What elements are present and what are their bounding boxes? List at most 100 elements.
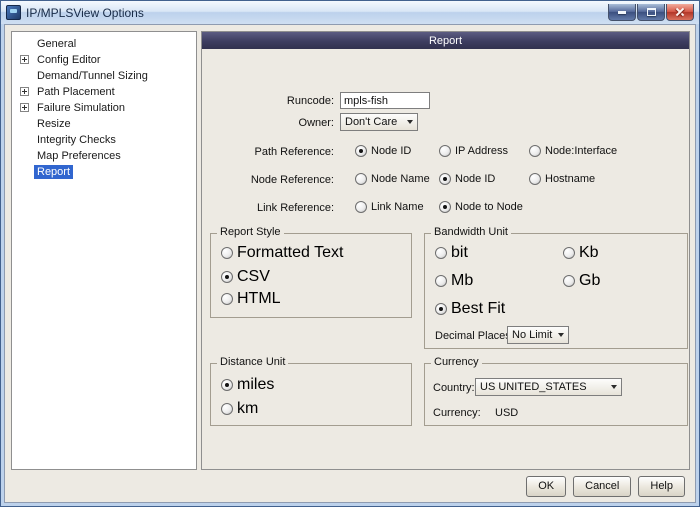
radio-icon <box>221 403 233 415</box>
country-combobox[interactable]: US UNITED_STATES <box>475 378 622 396</box>
link-reference-label: Link Reference: <box>202 202 334 214</box>
radio-node-id[interactable]: Node ID <box>439 172 529 186</box>
runcode-label: Runcode: <box>202 95 334 107</box>
owner-value: Don't Care <box>341 116 403 128</box>
chevron-down-icon <box>403 114 417 130</box>
radio-label: km <box>237 400 258 418</box>
help-button[interactable]: Help <box>638 476 685 497</box>
runcode-input[interactable] <box>340 92 430 109</box>
radio-icon <box>221 293 233 305</box>
chevron-down-icon <box>554 327 568 343</box>
owner-combobox[interactable]: Don't Care <box>340 113 418 131</box>
owner-label: Owner: <box>202 117 334 129</box>
panel-header-title: Report <box>202 32 689 49</box>
radio-best-fit[interactable]: Best Fit <box>435 302 505 316</box>
close-icon <box>675 7 685 17</box>
window-title: IP/MPLSView Options <box>26 6 144 20</box>
radio-label: Node:Interface <box>545 145 617 157</box>
expand-icon[interactable] <box>20 103 29 112</box>
radio-label: Gb <box>579 272 600 290</box>
radio-hostname[interactable]: Hostname <box>529 172 595 186</box>
expand-icon[interactable] <box>20 55 29 64</box>
radio-link-name[interactable]: Link Name <box>355 200 439 214</box>
radio-icon <box>563 275 575 287</box>
tree-item-general[interactable]: General <box>12 36 196 52</box>
close-button[interactable] <box>666 4 694 21</box>
tree-item-failure-simulation[interactable]: Failure Simulation <box>12 100 196 116</box>
decimal-places-label: Decimal Places: <box>435 330 514 342</box>
distance-unit-group-title: Distance Unit <box>217 356 288 368</box>
node-reference-options: Node Name Node ID Hostname <box>355 172 595 186</box>
radio-icon <box>439 201 451 213</box>
titlebar[interactable]: IP/MPLSView Options <box>1 1 699 24</box>
expand-icon[interactable] <box>20 87 29 96</box>
radio-label: Hostname <box>545 173 595 185</box>
tree-item-label: Resize <box>34 117 74 131</box>
link-reference-options: Link Name Node to Node <box>355 200 523 214</box>
radio-label: Node ID <box>371 145 411 157</box>
report-style-group: Report Style Formatted Text CSV HTML <box>210 233 412 318</box>
tree-item-label: Map Preferences <box>34 149 124 163</box>
currency-group: Currency Country: US UNITED_STATES Curre… <box>424 363 688 426</box>
node-reference-label: Node Reference: <box>202 174 334 186</box>
app-icon <box>6 5 21 20</box>
radio-formatted-text[interactable]: Formatted Text <box>221 246 343 260</box>
radio-icon <box>435 275 447 287</box>
radio-gb[interactable]: Gb <box>563 274 600 288</box>
radio-label: CSV <box>237 268 270 286</box>
radio-csv[interactable]: CSV <box>221 270 270 284</box>
tree-item-label: Config Editor <box>34 53 104 67</box>
radio-label: IP Address <box>455 145 508 157</box>
radio-kb[interactable]: Kb <box>563 246 599 260</box>
tree-item-label: Report <box>34 165 73 179</box>
radio-bit[interactable]: bit <box>435 246 468 260</box>
tree-item-label: General <box>34 37 79 51</box>
radio-node-id[interactable]: Node ID <box>355 144 439 158</box>
distance-unit-group: Distance Unit miles km <box>210 363 412 426</box>
radio-node-name[interactable]: Node Name <box>355 172 439 186</box>
radio-icon <box>439 173 451 185</box>
ok-button[interactable]: OK <box>526 476 566 497</box>
tree-item-label: Integrity Checks <box>34 133 119 147</box>
bandwidth-unit-group-title: Bandwidth Unit <box>431 226 511 238</box>
radio-icon <box>563 247 575 259</box>
tree-item-integrity-checks[interactable]: Integrity Checks <box>12 132 196 148</box>
radio-label: Kb <box>579 244 599 262</box>
minimize-button[interactable] <box>608 4 636 21</box>
radio-ip-address[interactable]: IP Address <box>439 144 529 158</box>
tree-item-report[interactable]: Report <box>12 164 196 180</box>
tree-item-map-preferences[interactable]: Map Preferences <box>12 148 196 164</box>
radio-icon <box>221 379 233 391</box>
tree-item-demand-tunnel-sizing[interactable]: Demand/Tunnel Sizing <box>12 68 196 84</box>
radio-icon <box>439 145 451 157</box>
decimal-places-value: No Limit <box>508 329 554 341</box>
radio-node-interface[interactable]: Node:Interface <box>529 144 617 158</box>
decimal-places-combobox[interactable]: No Limit <box>507 326 569 344</box>
currency-label: Currency: <box>433 407 481 419</box>
radio-label: miles <box>237 376 274 394</box>
cancel-button[interactable]: Cancel <box>573 476 631 497</box>
radio-icon <box>221 247 233 259</box>
tree-item-config-editor[interactable]: Config Editor <box>12 52 196 68</box>
radio-km[interactable]: km <box>221 402 258 416</box>
radio-label: Node ID <box>455 173 495 185</box>
tree-item-path-placement[interactable]: Path Placement <box>12 84 196 100</box>
radio-icon <box>355 201 367 213</box>
maximize-button[interactable] <box>637 4 665 21</box>
radio-node-to-node[interactable]: Node to Node <box>439 200 523 214</box>
radio-html[interactable]: HTML <box>221 292 281 306</box>
radio-icon <box>529 145 541 157</box>
country-label: Country: <box>433 382 475 394</box>
radio-label: Node to Node <box>455 201 523 213</box>
tree-item-label: Failure Simulation <box>34 101 128 115</box>
radio-label: Mb <box>451 272 473 290</box>
dialog-body: General Config Editor Demand/Tunnel Sizi… <box>4 24 696 503</box>
radio-miles[interactable]: miles <box>221 378 274 392</box>
currency-group-title: Currency <box>431 356 482 368</box>
chevron-down-icon <box>607 379 621 395</box>
country-value: US UNITED_STATES <box>476 381 607 393</box>
radio-label: bit <box>451 244 468 262</box>
tree-item-resize[interactable]: Resize <box>12 116 196 132</box>
radio-icon <box>355 173 367 185</box>
radio-mb[interactable]: Mb <box>435 274 473 288</box>
